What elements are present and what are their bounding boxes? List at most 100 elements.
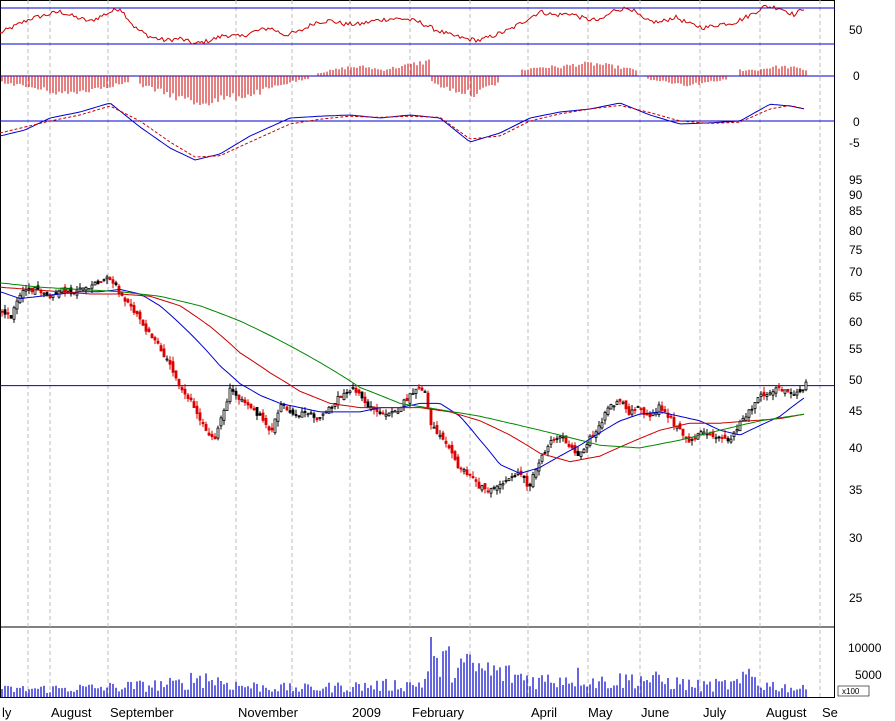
vertical-gridlines <box>27 0 821 698</box>
price-candle <box>381 410 385 415</box>
price-candle <box>315 417 319 423</box>
price-candle <box>261 409 265 423</box>
price-candle <box>396 407 400 415</box>
price-candle <box>126 297 130 304</box>
price-candle <box>24 284 28 296</box>
price-candle <box>159 342 163 352</box>
price-candle <box>795 388 799 400</box>
rsi-line <box>0 4 805 45</box>
price-candle <box>747 409 751 423</box>
price-tick-70: 70 <box>849 265 863 279</box>
price-candle <box>348 389 352 395</box>
price-candle <box>717 435 721 442</box>
x-label-september: September <box>110 705 174 720</box>
price-candle <box>576 445 580 457</box>
price-candle <box>90 280 94 293</box>
price-candle <box>204 421 208 432</box>
price-candle <box>351 383 355 391</box>
momentum-histogram-panel <box>0 59 835 106</box>
price-candle <box>357 388 361 396</box>
y-axis-labels: 50 0 0 -5 95 90 85 80 75 70 65 60 55 50 … <box>837 23 882 697</box>
price-candle <box>198 408 202 426</box>
price-candle <box>453 449 457 462</box>
price-candle <box>762 386 766 400</box>
price-candle <box>48 293 52 300</box>
price-candle <box>603 410 607 425</box>
price-candle <box>510 473 514 482</box>
price-candle <box>666 408 670 423</box>
price-candle <box>573 442 577 456</box>
price-candle <box>384 409 388 420</box>
price-candle <box>393 409 397 413</box>
price-candle <box>627 403 631 416</box>
price-candle <box>792 390 796 397</box>
price-candle <box>135 310 139 318</box>
price-candle <box>468 473 472 478</box>
price-candle <box>111 276 115 289</box>
price-tick-45: 45 <box>849 404 863 418</box>
price-candle <box>621 400 625 405</box>
price-candle <box>138 309 142 325</box>
price-candle <box>483 483 487 494</box>
price-candle <box>690 436 694 446</box>
price-candle <box>744 413 748 421</box>
price-candle <box>447 443 451 450</box>
price-candle <box>156 337 160 345</box>
price-candle <box>459 466 463 473</box>
price-candle <box>567 440 571 449</box>
price-candle <box>612 405 616 411</box>
oscillator-signal-line <box>0 105 805 158</box>
price-candle <box>411 388 415 395</box>
price-candle <box>714 433 718 444</box>
price-candle <box>102 278 106 283</box>
price-candle <box>246 399 250 410</box>
price-candle <box>192 398 196 409</box>
price-candle <box>486 487 490 494</box>
price-candle <box>297 415 301 419</box>
price-candle <box>618 398 622 405</box>
price-candle <box>210 430 214 441</box>
price-candle <box>606 405 610 417</box>
oscillator-line <box>0 102 805 161</box>
price-candle <box>189 393 193 403</box>
price-tick-85: 85 <box>849 204 863 218</box>
price-candle <box>96 279 100 285</box>
price-candle <box>450 441 454 459</box>
volume-unit-label: x100 <box>842 687 860 696</box>
price-candle <box>525 472 529 491</box>
x-label-june: June <box>641 705 669 720</box>
rsi-panel <box>0 4 835 45</box>
price-tick-40: 40 <box>849 441 863 455</box>
price-candle <box>390 407 394 418</box>
moving-average-line-2 <box>0 282 805 449</box>
price-candle <box>9 315 13 319</box>
price-candle <box>405 394 409 402</box>
price-candle <box>774 386 778 398</box>
price-candle <box>582 448 586 454</box>
price-candle <box>363 392 367 408</box>
price-candle <box>294 409 298 418</box>
price-candle <box>276 409 280 427</box>
price-candle <box>633 406 637 415</box>
price-candle <box>768 389 772 396</box>
price-candle <box>498 480 502 494</box>
price-candle <box>540 454 544 465</box>
x-label-july: ly <box>2 705 12 720</box>
x-label-november: November <box>238 705 299 720</box>
price-candle <box>804 379 808 392</box>
price-candle <box>228 383 232 405</box>
price-candle <box>36 281 40 291</box>
price-candle <box>345 389 349 399</box>
price-candle <box>477 477 481 489</box>
price-candle <box>528 482 532 492</box>
price-candle <box>798 386 802 394</box>
price-candle <box>354 385 358 396</box>
price-candle <box>552 437 556 444</box>
price-candle <box>513 472 517 478</box>
price-candle <box>267 425 271 435</box>
price-candle <box>0 309 4 317</box>
price-candle <box>570 442 574 450</box>
price-candle <box>750 405 754 415</box>
price-candle <box>12 305 16 323</box>
price-candle <box>492 485 496 491</box>
